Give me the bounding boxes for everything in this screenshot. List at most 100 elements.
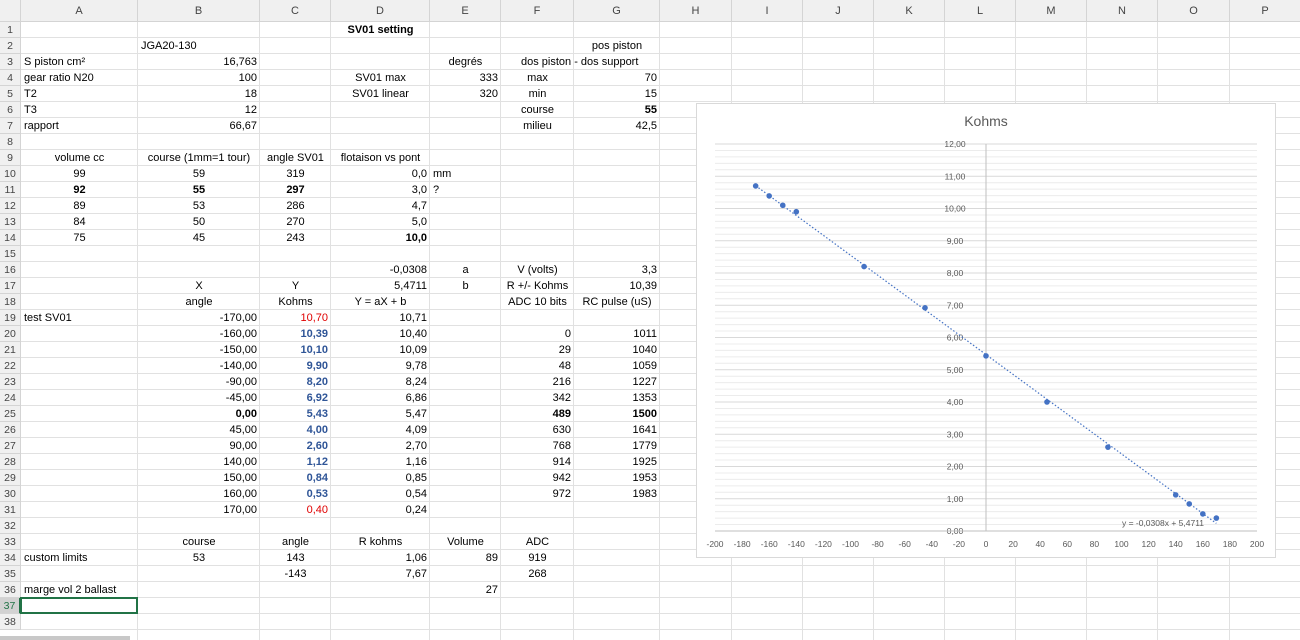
kohms-chart[interactable]: Kohms 0,00 1,00 2,00 3,00 4,00 5,00 6,00 7,00 8,0… (696, 103, 1276, 558)
column-header-p[interactable]: P (1230, 0, 1300, 22)
cell-b19[interactable]: -170,00 (138, 310, 260, 326)
cell-f17[interactable]: R +/- Kohms (501, 278, 574, 294)
cell-b26[interactable]: 45,00 (138, 422, 260, 438)
cell-f35[interactable]: 268 (501, 566, 574, 582)
horizontal-scrollbar[interactable] (0, 636, 130, 640)
cell-g6[interactable]: 55 (574, 102, 660, 118)
cell-c17[interactable]: Y (260, 278, 331, 294)
column-header-j[interactable]: J (803, 0, 874, 22)
cell-g5[interactable]: 15 (574, 86, 660, 102)
cell-d17[interactable]: 5,4711 (331, 278, 430, 294)
cell-c12[interactable]: 286 (260, 198, 331, 214)
cell-f22[interactable]: 48 (501, 358, 574, 374)
cell-b34[interactable]: 53 (138, 550, 260, 566)
row-header-17[interactable]: 17 (0, 278, 21, 294)
cell-g24[interactable]: 1353 (574, 390, 660, 406)
cell-a19[interactable]: test SV01 (21, 310, 138, 326)
cell-d13[interactable]: 5,0 (331, 214, 430, 230)
cell-f24[interactable]: 342 (501, 390, 574, 406)
row-header-26[interactable]: 26 (0, 422, 21, 438)
cell-f21[interactable]: 29 (501, 342, 574, 358)
column-header-o[interactable]: O (1158, 0, 1230, 22)
cell-d31[interactable]: 0,24 (331, 502, 430, 518)
cell-d34[interactable]: 1,06 (331, 550, 430, 566)
cell-f33[interactable]: ADC (501, 534, 574, 550)
row-header-12[interactable]: 12 (0, 198, 21, 214)
row-header-11[interactable]: 11 (0, 182, 21, 198)
row-header-5[interactable]: 5 (0, 86, 21, 102)
cell-b5[interactable]: 18 (138, 86, 260, 102)
cell-b27[interactable]: 90,00 (138, 438, 260, 454)
cell-g25[interactable]: 1500 (574, 406, 660, 422)
cell-f20[interactable]: 0 (501, 326, 574, 342)
row-header-36[interactable]: 36 (0, 582, 21, 598)
row-header-23[interactable]: 23 (0, 374, 21, 390)
cell-g28[interactable]: 1925 (574, 454, 660, 470)
column-header-m[interactable]: M (1016, 0, 1087, 22)
cell-a7[interactable]: rapport (21, 118, 138, 134)
row-header-7[interactable]: 7 (0, 118, 21, 134)
row-header-1[interactable]: 1 (0, 22, 21, 38)
cell-f34[interactable]: 919 (501, 550, 574, 566)
cell-b23[interactable]: -90,00 (138, 374, 260, 390)
cell-e4[interactable]: 333 (430, 70, 501, 86)
cell-f5[interactable]: min (501, 86, 574, 102)
cell-a3[interactable]: S piston cm² (21, 54, 138, 70)
cell-g21[interactable]: 1040 (574, 342, 660, 358)
cell-b31[interactable]: 170,00 (138, 502, 260, 518)
cell-g2[interactable]: pos piston (574, 38, 660, 54)
cell-d10[interactable]: 0,0 (331, 166, 430, 182)
cell-g16[interactable]: 3,3 (574, 262, 660, 278)
column-header-k[interactable]: K (874, 0, 945, 22)
cell-c28[interactable]: 1,12 (260, 454, 331, 470)
column-header-n[interactable]: N (1087, 0, 1158, 22)
cell-g18[interactable]: RC pulse (uS) (574, 294, 660, 310)
cell-a34[interactable]: custom limits (21, 550, 138, 566)
cell-g23[interactable]: 1227 (574, 374, 660, 390)
row-header-28[interactable]: 28 (0, 454, 21, 470)
row-header-8[interactable]: 8 (0, 134, 21, 150)
cell-e17[interactable]: b (430, 278, 501, 294)
row-header-6[interactable]: 6 (0, 102, 21, 118)
row-header-10[interactable]: 10 (0, 166, 21, 182)
column-header-c[interactable]: C (260, 0, 331, 22)
cell-d12[interactable]: 4,7 (331, 198, 430, 214)
cell-g30[interactable]: 1983 (574, 486, 660, 502)
cell-g20[interactable]: 1011 (574, 326, 660, 342)
cell-f16[interactable]: V (volts) (501, 262, 574, 278)
select-all-corner[interactable] (0, 0, 21, 22)
cell-c20[interactable]: 10,39 (260, 326, 331, 342)
cell-b30[interactable]: 160,00 (138, 486, 260, 502)
cell-f18[interactable]: ADC 10 bits (501, 294, 574, 310)
row-header-38[interactable]: 38 (0, 614, 21, 630)
cell-a4[interactable]: gear ratio N20 (21, 70, 138, 86)
cell-b7[interactable]: 66,67 (138, 118, 260, 134)
cell-d19[interactable]: 10,71 (331, 310, 430, 326)
cell-c25[interactable]: 5,43 (260, 406, 331, 422)
cell-d35[interactable]: 7,67 (331, 566, 430, 582)
row-header-20[interactable]: 20 (0, 326, 21, 342)
row-header-27[interactable]: 27 (0, 438, 21, 454)
row-header-30[interactable]: 30 (0, 486, 21, 502)
row-header-32[interactable]: 32 (0, 518, 21, 534)
cell-e34[interactable]: 89 (430, 550, 501, 566)
cell-b25[interactable]: 0,00 (138, 406, 260, 422)
row-header-3[interactable]: 3 (0, 54, 21, 70)
cell-d23[interactable]: 8,24 (331, 374, 430, 390)
cell-a14[interactable]: 75 (21, 230, 138, 246)
row-header-18[interactable]: 18 (0, 294, 21, 310)
cell-c21[interactable]: 10,10 (260, 342, 331, 358)
cell-c22[interactable]: 9,90 (260, 358, 331, 374)
cell-d30[interactable]: 0,54 (331, 486, 430, 502)
cell-a5[interactable]: T2 (21, 86, 138, 102)
cell-a36[interactable]: marge vol 2 ballast (21, 582, 138, 598)
cell-d5[interactable]: SV01 linear (331, 86, 430, 102)
cell-f26[interactable]: 630 (501, 422, 574, 438)
cell-d24[interactable]: 6,86 (331, 390, 430, 406)
cell-f25[interactable]: 489 (501, 406, 574, 422)
cell-b12[interactable]: 53 (138, 198, 260, 214)
cell-d9[interactable]: flotaison vs pont (331, 150, 430, 166)
cell-g26[interactable]: 1641 (574, 422, 660, 438)
row-header-22[interactable]: 22 (0, 358, 21, 374)
cell-c11[interactable]: 297 (260, 182, 331, 198)
